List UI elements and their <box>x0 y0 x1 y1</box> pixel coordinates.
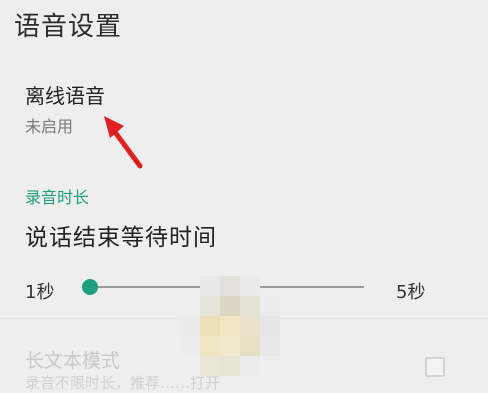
offline-voice-row[interactable]: 离线语音 未启用 <box>0 68 488 148</box>
offline-voice-title: 离线语音 <box>25 84 105 108</box>
title-bar: 语音设置 <box>0 0 488 54</box>
recording-duration-header: 录音时长 <box>25 188 90 207</box>
speech-end-wait-title: 说话结束等待时间 <box>25 225 217 251</box>
long-text-mode-checkbox[interactable] <box>425 357 445 377</box>
annotation-arrow-icon <box>104 116 143 169</box>
slider-min-label: 1秒 <box>25 282 55 303</box>
long-text-mode-title: 长文本模式 <box>25 350 121 372</box>
slider-max-label: 5秒 <box>396 282 426 303</box>
privacy-mosaic <box>180 276 300 381</box>
page-title: 语音设置 <box>14 12 123 42</box>
offline-voice-status: 未启用 <box>25 117 74 136</box>
wait-time-slider-thumb[interactable] <box>82 279 98 295</box>
